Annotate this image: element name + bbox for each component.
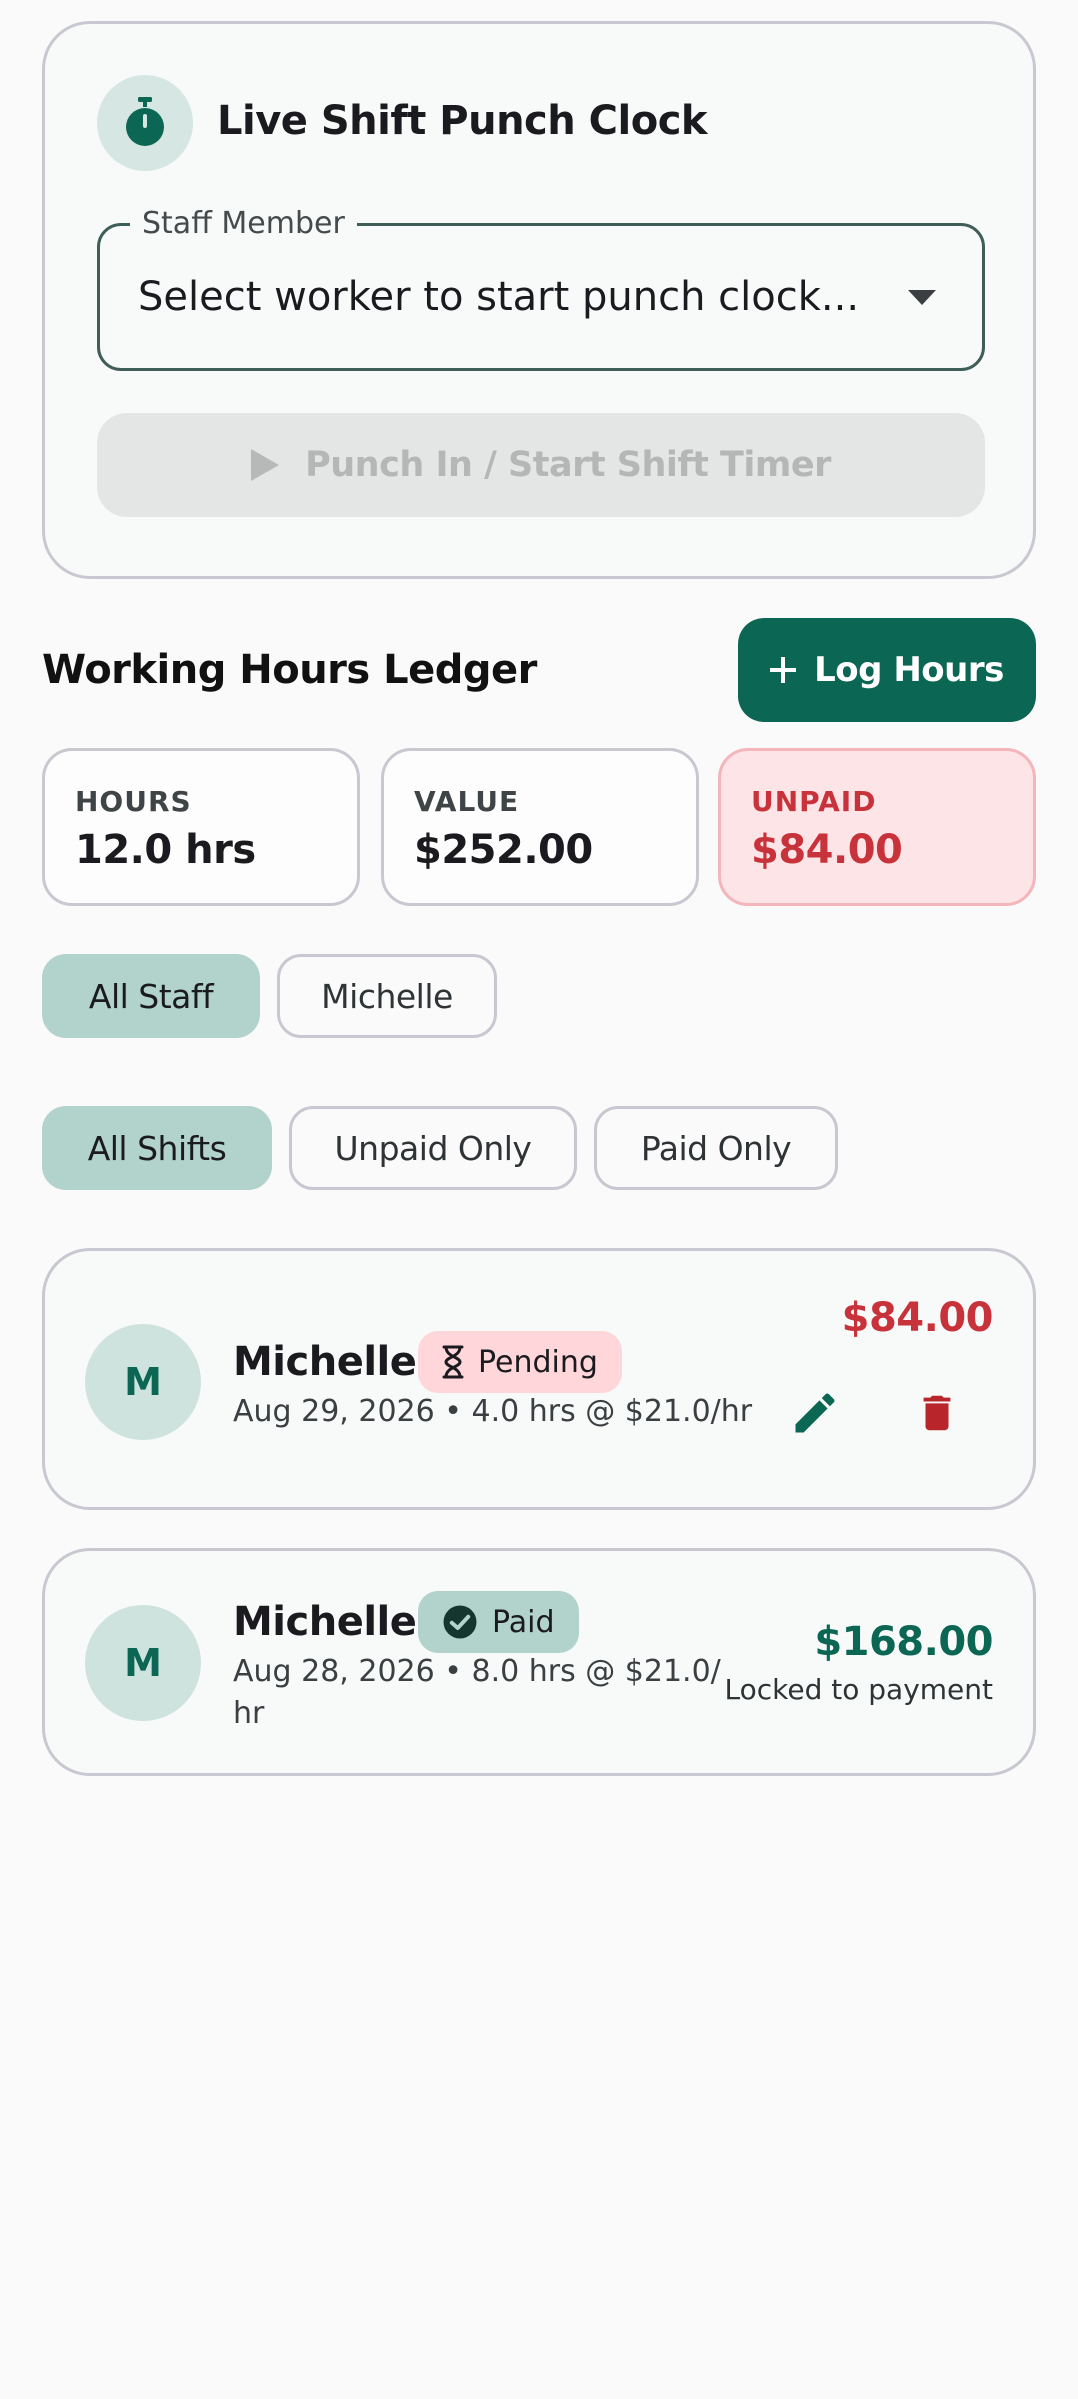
punch-clock-title: Live Shift Punch Clock xyxy=(217,98,708,144)
stopwatch-icon xyxy=(97,75,193,171)
shift-amount: $84.00 xyxy=(841,1295,994,1341)
status-badge-pending: Pending xyxy=(418,1331,622,1393)
filter-chip-all-shifts[interactable]: All Shifts xyxy=(42,1106,272,1190)
shift-ledger-screen: Live Shift Punch Clock Staff Member Sele… xyxy=(0,0,1078,2399)
stat-label: HOURS xyxy=(75,785,192,818)
status-badge-label: Paid xyxy=(492,1604,555,1640)
worker-name: Michelle xyxy=(233,1599,417,1645)
shift-details-line: hr xyxy=(233,1696,265,1731)
punch-in-button-label: Punch In / Start Shift Timer xyxy=(305,445,831,485)
filter-chip-all-staff[interactable]: All Staff xyxy=(42,954,260,1038)
status-badge-paid: Paid xyxy=(418,1591,579,1653)
stat-value: 12.0 hrs xyxy=(75,827,256,873)
filter-chip-michelle[interactable]: Michelle xyxy=(277,954,497,1038)
shift-card[interactable]: M Michelle Paid Aug 28, 2026 • 8.0 hrs @… xyxy=(42,1548,1036,1776)
delete-shift-button[interactable] xyxy=(901,1377,973,1449)
stat-label: VALUE xyxy=(414,785,520,818)
dropdown-arrow-icon xyxy=(908,290,936,305)
punch-in-button[interactable]: Punch In / Start Shift Timer xyxy=(97,413,985,517)
worker-name: Michelle xyxy=(233,1339,417,1385)
shift-details: Aug 29, 2026 • 4.0 hrs @ $21.0/hr xyxy=(233,1394,753,1429)
avatar: M xyxy=(85,1324,201,1440)
unpaid-stat-card: UNPAID $84.00 xyxy=(718,748,1036,906)
stat-value: $84.00 xyxy=(751,827,903,873)
staff-member-label: Staff Member xyxy=(130,206,357,241)
shift-amount: $168.00 xyxy=(814,1619,993,1665)
locked-note: Locked to payment xyxy=(724,1673,994,1706)
value-stat-card: VALUE $252.00 xyxy=(381,748,699,906)
staff-member-placeholder: Select worker to start punch clock... xyxy=(138,274,860,320)
edit-shift-button[interactable] xyxy=(779,1377,851,1449)
check-circle-icon xyxy=(443,1605,477,1639)
shift-card[interactable]: M Michelle Pending Aug 29, 2026 • 4.0 hr… xyxy=(42,1248,1036,1510)
punch-clock-card: Live Shift Punch Clock Staff Member Sele… xyxy=(42,21,1036,579)
avatar: M xyxy=(85,1605,201,1721)
shift-details-line: Aug 28, 2026 • 8.0 hrs @ $21.0/ xyxy=(233,1654,721,1689)
ledger-title: Working Hours Ledger xyxy=(42,647,537,693)
log-hours-button[interactable]: Log Hours xyxy=(738,618,1036,722)
stat-label: UNPAID xyxy=(751,785,877,818)
plus-icon xyxy=(770,657,797,683)
filter-chip-paid-only[interactable]: Paid Only xyxy=(594,1106,838,1190)
stat-value: $252.00 xyxy=(414,827,593,873)
shift-details: Aug 28, 2026 • 8.0 hrs @ $21.0/ hr xyxy=(233,1651,721,1735)
play-icon xyxy=(251,449,280,481)
pencil-icon xyxy=(795,1393,835,1433)
hours-stat-card: HOURS 12.0 hrs xyxy=(42,748,360,906)
staff-member-select[interactable]: Staff Member Select worker to start punc… xyxy=(97,206,985,371)
trash-icon xyxy=(923,1395,951,1431)
status-badge-label: Pending xyxy=(478,1344,598,1380)
filter-chip-unpaid-only[interactable]: Unpaid Only xyxy=(289,1106,577,1190)
hourglass-icon xyxy=(442,1345,464,1379)
log-hours-label: Log Hours xyxy=(814,650,1004,690)
